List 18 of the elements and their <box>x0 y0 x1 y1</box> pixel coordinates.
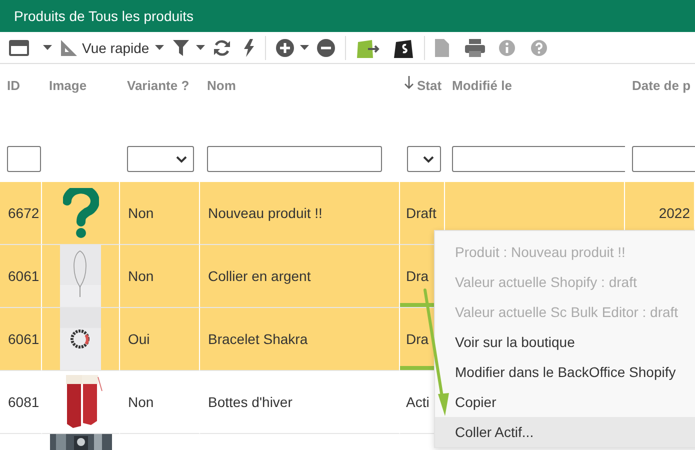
table-cell: Nouveau produit !! <box>208 205 322 221</box>
table-cell: Collier en argent <box>208 268 311 284</box>
table-cell: Bracelet Shakra <box>208 331 308 347</box>
table-cell: Non <box>128 268 154 284</box>
table-cell: Dra <box>406 331 429 347</box>
window-title: Produits de Tous les produits <box>14 8 194 24</box>
table-cell: Draft <box>406 205 436 221</box>
table-cell: Non <box>128 205 154 221</box>
table-cell: 6061 <box>8 268 40 284</box>
table-cell: Acti <box>406 394 430 410</box>
table-cell: Dra <box>406 268 429 284</box>
table-cell: 2022 <box>658 205 690 221</box>
table-cell: 6672 <box>8 205 40 221</box>
table-cell: Bottes d'hiver <box>208 394 292 410</box>
table-cell: 6061 <box>8 331 40 347</box>
table-cell: 6081 <box>8 394 40 410</box>
table-cell: Oui <box>128 331 150 347</box>
table-cell: Non <box>128 394 154 410</box>
